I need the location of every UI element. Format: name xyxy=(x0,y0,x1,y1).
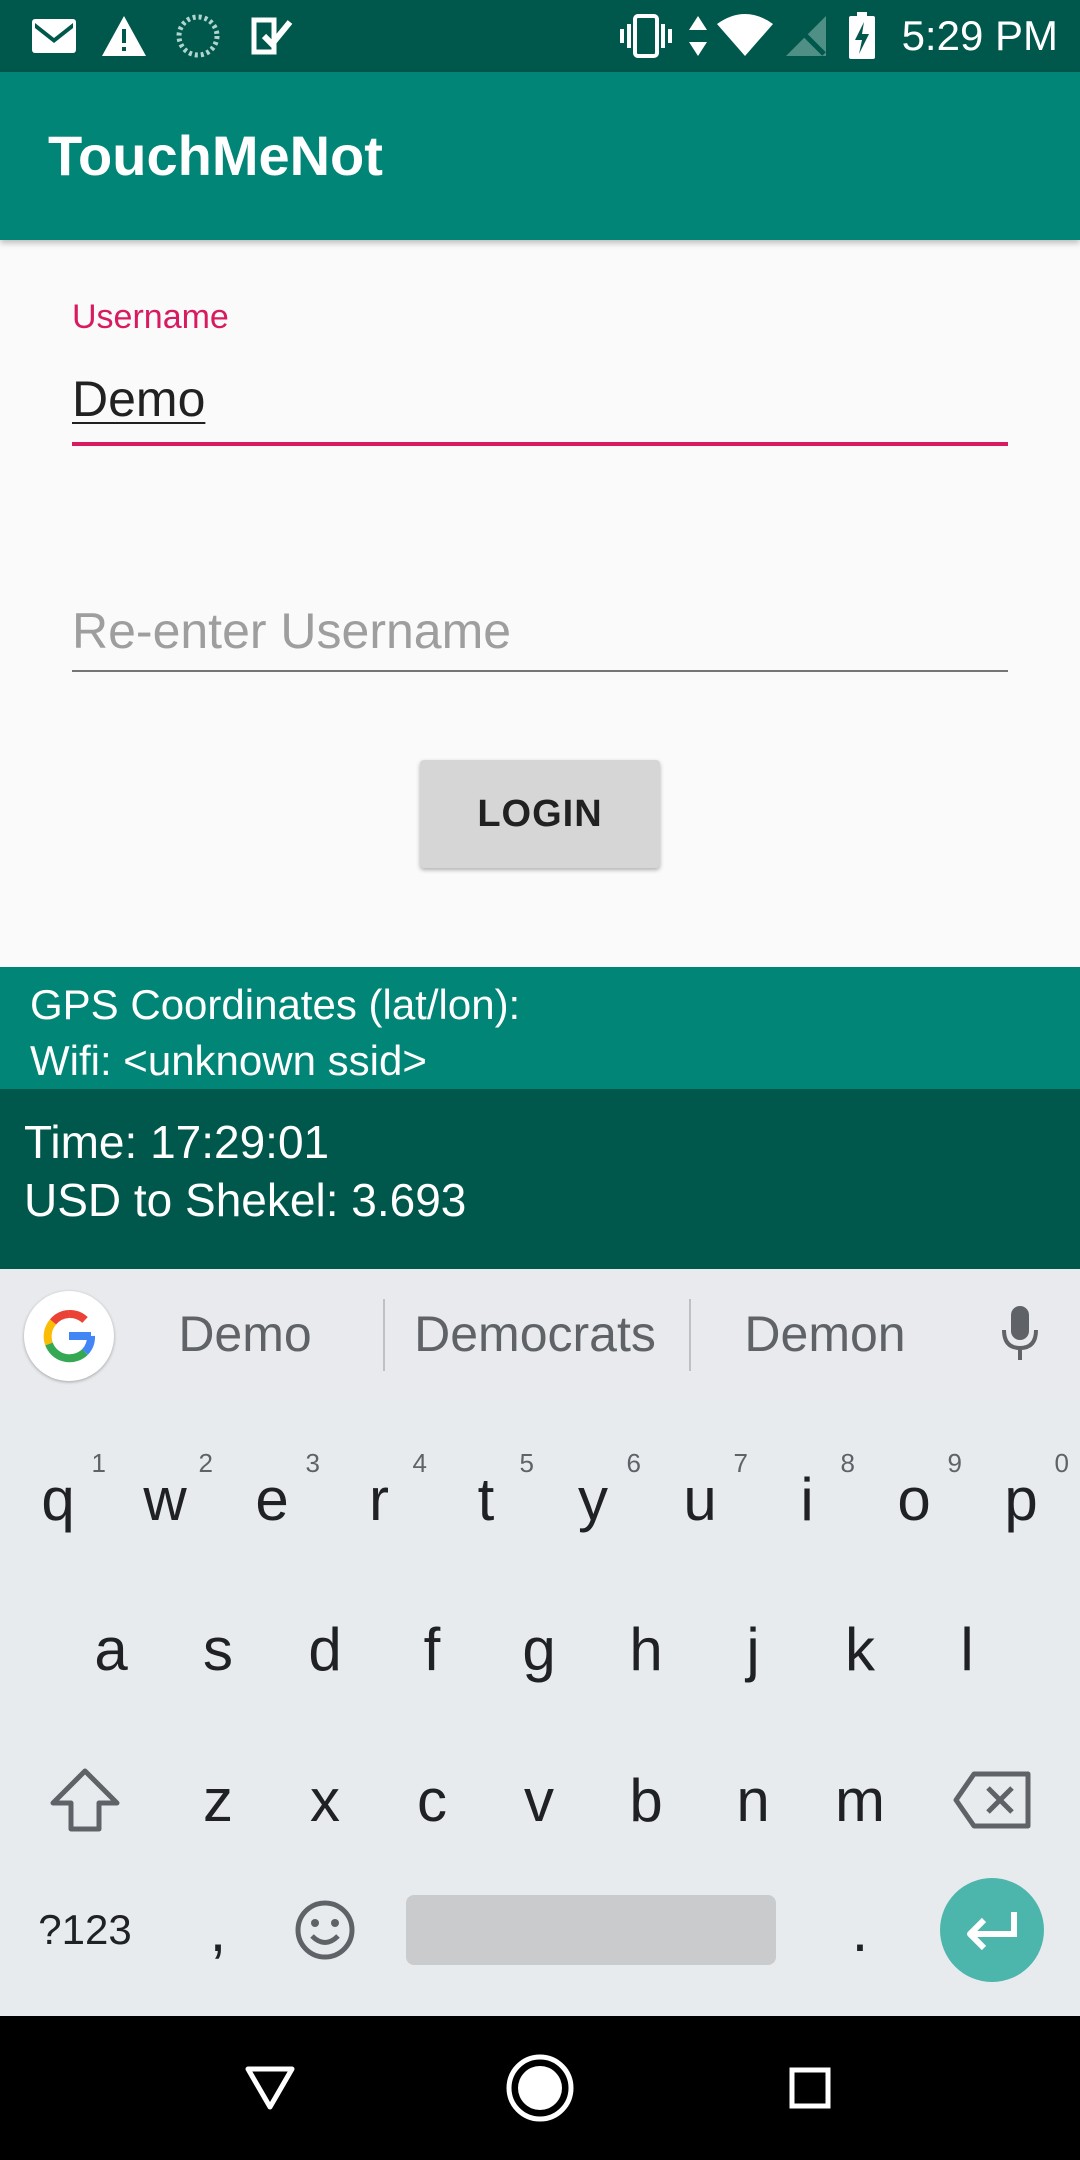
key-y[interactable]: y6 xyxy=(539,1434,647,1564)
info-panel-time: Time: 17:29:01 USD to Shekel: 3.693 xyxy=(0,1089,1080,1269)
wifi-text: Wifi: <unknown ssid> xyxy=(30,1037,427,1084)
task-check-icon xyxy=(248,12,296,60)
login-button[interactable]: LOGIN xyxy=(420,760,660,868)
key-f[interactable]: f xyxy=(378,1584,486,1714)
status-time: 5:29 PM xyxy=(901,12,1058,59)
key-m[interactable]: m xyxy=(806,1735,914,1865)
key-z[interactable]: z xyxy=(164,1735,272,1865)
app-bar: TouchMeNot xyxy=(0,72,1080,240)
emoji-key[interactable] xyxy=(271,1865,379,1995)
loading-icon xyxy=(174,12,222,60)
key-v[interactable]: v xyxy=(485,1735,593,1865)
google-icon[interactable] xyxy=(24,1291,114,1381)
key-q[interactable]: q1 xyxy=(4,1434,112,1564)
key-l[interactable]: l xyxy=(913,1584,1021,1714)
username-underline xyxy=(72,442,1008,446)
username-input[interactable]: Demo xyxy=(72,370,205,428)
suggestion-1[interactable]: Demo xyxy=(130,1269,360,1399)
key-t[interactable]: t5 xyxy=(432,1434,540,1564)
backspace-icon xyxy=(953,1771,1031,1829)
key-o[interactable]: o9 xyxy=(860,1434,968,1564)
symbols-key[interactable]: ?123 xyxy=(20,1865,150,1995)
usd-shekel-text: USD to Shekel: 3.693 xyxy=(24,1174,467,1226)
key-d[interactable]: d xyxy=(271,1584,379,1714)
key-c[interactable]: c xyxy=(378,1735,486,1865)
comma-key[interactable]: , xyxy=(164,1865,272,1995)
key-b[interactable]: b xyxy=(592,1735,700,1865)
period-key[interactable]: . xyxy=(806,1865,914,1995)
suggestion-strip: Demo Democrats Demon xyxy=(0,1269,1080,1399)
key-g[interactable]: g xyxy=(485,1584,593,1714)
key-u[interactable]: u7 xyxy=(646,1434,754,1564)
suggestion-divider xyxy=(383,1299,385,1371)
gmail-icon xyxy=(30,12,78,60)
navigation-bar xyxy=(0,2016,1080,2160)
key-x[interactable]: x xyxy=(271,1735,379,1865)
key-k[interactable]: k xyxy=(806,1584,914,1714)
data-arrows-icon xyxy=(684,12,712,60)
no-signal-icon xyxy=(782,12,830,60)
key-w[interactable]: w2 xyxy=(111,1434,219,1564)
space-key[interactable] xyxy=(406,1895,776,1965)
soft-keyboard: Demo Democrats Demon q1 w2 e3 r4 t5 y6 u… xyxy=(0,1269,1080,2016)
gps-coordinates-text: GPS Coordinates (lat/lon): xyxy=(30,981,521,1028)
warning-icon xyxy=(100,12,148,60)
key-j[interactable]: j xyxy=(699,1584,807,1714)
enter-key[interactable] xyxy=(940,1878,1044,1982)
key-r[interactable]: r4 xyxy=(325,1434,433,1564)
key-s[interactable]: s xyxy=(164,1584,272,1714)
vibrate-icon xyxy=(618,12,674,60)
status-bar: 5:29 PM xyxy=(0,0,1080,72)
home-icon[interactable] xyxy=(500,2048,580,2128)
microphone-icon[interactable] xyxy=(990,1299,1050,1369)
app-title: TouchMeNot xyxy=(48,124,383,187)
battery-charging-icon xyxy=(846,12,878,60)
info-panel-location: GPS Coordinates (lat/lon): Wifi: <unknow… xyxy=(0,967,1080,1089)
shift-icon xyxy=(50,1768,120,1832)
suggestion-divider xyxy=(689,1299,691,1371)
key-e[interactable]: e3 xyxy=(218,1434,326,1564)
shift-key[interactable] xyxy=(31,1735,139,1865)
backspace-key[interactable] xyxy=(938,1735,1046,1865)
wifi-icon xyxy=(714,12,776,60)
reenter-username-input[interactable] xyxy=(72,592,1008,672)
emoji-icon xyxy=(295,1900,355,1960)
recents-icon[interactable] xyxy=(770,2048,850,2128)
suggestion-3[interactable]: Demon xyxy=(700,1269,950,1399)
username-label: Username xyxy=(72,298,229,336)
time-text: Time: 17:29:01 xyxy=(24,1116,330,1168)
key-p[interactable]: p0 xyxy=(967,1434,1075,1564)
key-n[interactable]: n xyxy=(699,1735,807,1865)
key-i[interactable]: i8 xyxy=(753,1434,861,1564)
suggestion-2[interactable]: Democrats xyxy=(390,1269,680,1399)
back-icon[interactable] xyxy=(230,2048,310,2128)
key-h[interactable]: h xyxy=(592,1584,700,1714)
key-a[interactable]: a xyxy=(57,1584,165,1714)
enter-icon xyxy=(967,1912,1017,1951)
